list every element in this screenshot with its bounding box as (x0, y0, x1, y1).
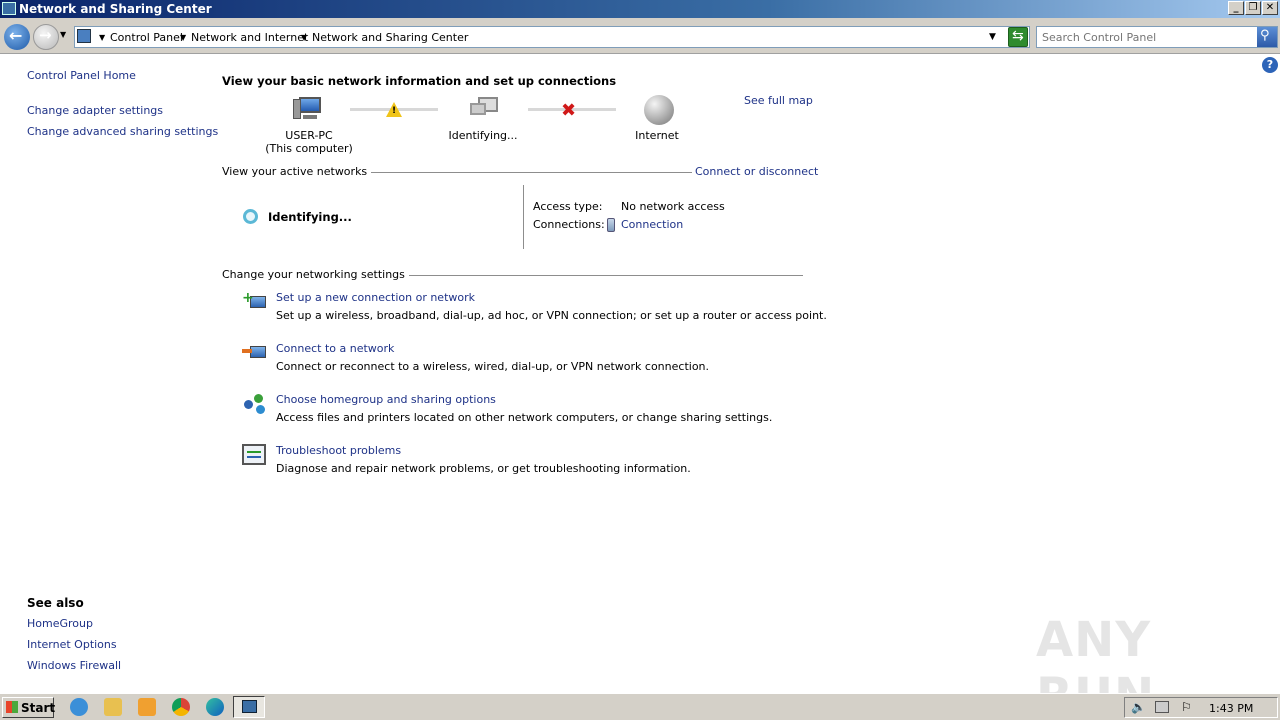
connect-network-icon (242, 341, 268, 365)
action-center-flag-icon[interactable]: ⚐ (1181, 700, 1192, 714)
refresh-icon: ⇆ (1012, 28, 1024, 44)
close-button[interactable]: ✕ (1262, 1, 1278, 15)
volume-icon[interactable]: 🔈 (1131, 700, 1146, 714)
breadcrumb-chevron-icon[interactable]: ▼ (180, 33, 186, 42)
internet-options-link[interactable]: Internet Options (27, 638, 117, 651)
control-panel-home-link[interactable]: Control Panel Home (27, 69, 136, 82)
computer-icon (291, 95, 323, 123)
no-connection-x-icon: ✖ (561, 100, 577, 121)
breadcrumb-item-control-panel[interactable]: Control Panel (110, 31, 183, 44)
restore-button[interactable]: ❐ (1245, 1, 1261, 15)
change-advanced-sharing-link[interactable]: Change advanced sharing settings (27, 125, 218, 138)
ethernet-connection-icon (607, 218, 615, 232)
control-panel-icon (77, 29, 91, 43)
new-connection-icon: + (242, 290, 268, 314)
task-troubleshoot-link[interactable]: Troubleshoot problems (276, 444, 401, 457)
unidentified-network-icon (468, 95, 500, 123)
network-details-divider (523, 185, 524, 249)
internet-label: Internet (635, 129, 679, 142)
navigation-bar: ← → ▼ ▼ Control Panel ▼ Network and Inte… (0, 18, 1280, 54)
back-button[interactable]: ← (4, 24, 30, 50)
internet-globe-icon (644, 95, 674, 125)
task-homegroup-desc: Access files and printers located on oth… (276, 411, 773, 424)
help-icon[interactable]: ? (1262, 57, 1278, 73)
breadcrumb-chevron-icon[interactable]: ▼ (301, 33, 307, 42)
forward-button[interactable]: → (33, 24, 59, 50)
section-divider (380, 275, 803, 276)
page-title: View your basic network information and … (222, 74, 617, 88)
start-label: Start (21, 701, 56, 715)
edge-icon[interactable] (206, 698, 224, 716)
address-dropdown-icon[interactable]: ▼ (989, 32, 996, 42)
identifying-spinner-icon (243, 209, 258, 224)
taskbar: Start 🔈 ⚐ 1:43 PM (0, 693, 1280, 720)
connect-or-disconnect-link[interactable]: Connect or disconnect (695, 165, 818, 178)
system-tray: 🔈 ⚐ 1:43 PM (1124, 697, 1278, 718)
task-homegroup-link[interactable]: Choose homegroup and sharing options (276, 393, 496, 406)
warning-exclamation-icon: ! (392, 106, 397, 116)
search-button[interactable]: ⚲ (1257, 27, 1277, 47)
connections-label: Connections: (533, 218, 605, 231)
task-new-connection-link[interactable]: Set up a new connection or network (276, 291, 475, 304)
file-explorer-icon[interactable] (104, 698, 122, 716)
access-type-label: Access type: (533, 200, 603, 213)
identifying-map-label: Identifying... (448, 129, 518, 142)
network-center-taskbar-icon (242, 700, 257, 713)
title-bar: Network and Sharing Center _ ❐ ✕ (0, 0, 1280, 18)
connection-link[interactable]: Connection (621, 218, 683, 231)
minimize-button[interactable]: _ (1228, 1, 1244, 15)
internet-explorer-icon[interactable] (70, 698, 88, 716)
media-player-icon[interactable] (138, 698, 156, 716)
breadcrumb-item-network-and-internet[interactable]: Network and Internet (191, 31, 308, 44)
clock[interactable]: 1:43 PM (1209, 702, 1253, 715)
active-networks-heading: View your active networks (222, 165, 372, 178)
breadcrumb-item-network-sharing-center[interactable]: Network and Sharing Center (312, 31, 468, 44)
back-arrow-icon: ← (9, 26, 23, 45)
homegroup-link[interactable]: HomeGroup (27, 617, 93, 630)
task-connect-network-desc: Connect or reconnect to a wireless, wire… (276, 360, 710, 373)
forward-arrow-icon: → (39, 26, 52, 44)
see-also-heading: See also (27, 596, 84, 610)
task-new-connection-desc: Set up a wireless, broadband, dial-up, a… (276, 309, 827, 322)
recent-pages-dropdown-icon[interactable]: ▼ (60, 30, 66, 39)
computer-sub-label: (This computer) (265, 142, 353, 155)
window-title: Network and Sharing Center (19, 2, 212, 16)
task-troubleshoot-desc: Diagnose and repair network problems, or… (276, 462, 691, 475)
search-icon: ⚲ (1260, 28, 1270, 43)
computer-name-label: USER-PC (285, 129, 333, 142)
start-button[interactable]: Start (2, 697, 56, 718)
networking-settings-heading: Change your networking settings (222, 268, 409, 281)
section-divider (350, 172, 692, 173)
breadcrumb[interactable]: ▼ Control Panel ▼ Network and Internet ▼… (74, 26, 1030, 48)
access-type-value: No network access (621, 200, 725, 213)
refresh-button[interactable]: ⇆ (1008, 27, 1028, 47)
network-center-app-icon (2, 2, 16, 15)
chrome-icon[interactable] (172, 698, 190, 716)
windows-firewall-link[interactable]: Windows Firewall (27, 659, 121, 672)
search-box[interactable]: ⚲ (1036, 26, 1278, 48)
network-name: Identifying... (268, 210, 352, 224)
search-input[interactable] (1042, 28, 1252, 46)
breadcrumb-chevron-icon[interactable]: ▼ (99, 33, 105, 42)
homegroup-icon (242, 392, 268, 416)
change-adapter-settings-link[interactable]: Change adapter settings (27, 104, 163, 117)
see-full-map-link[interactable]: See full map (744, 94, 813, 107)
troubleshoot-icon (242, 444, 266, 465)
windows-logo-icon (6, 701, 18, 713)
task-connect-network-link[interactable]: Connect to a network (276, 342, 394, 355)
network-tray-icon[interactable] (1155, 701, 1169, 713)
network-center-taskbar-button[interactable] (233, 696, 265, 718)
